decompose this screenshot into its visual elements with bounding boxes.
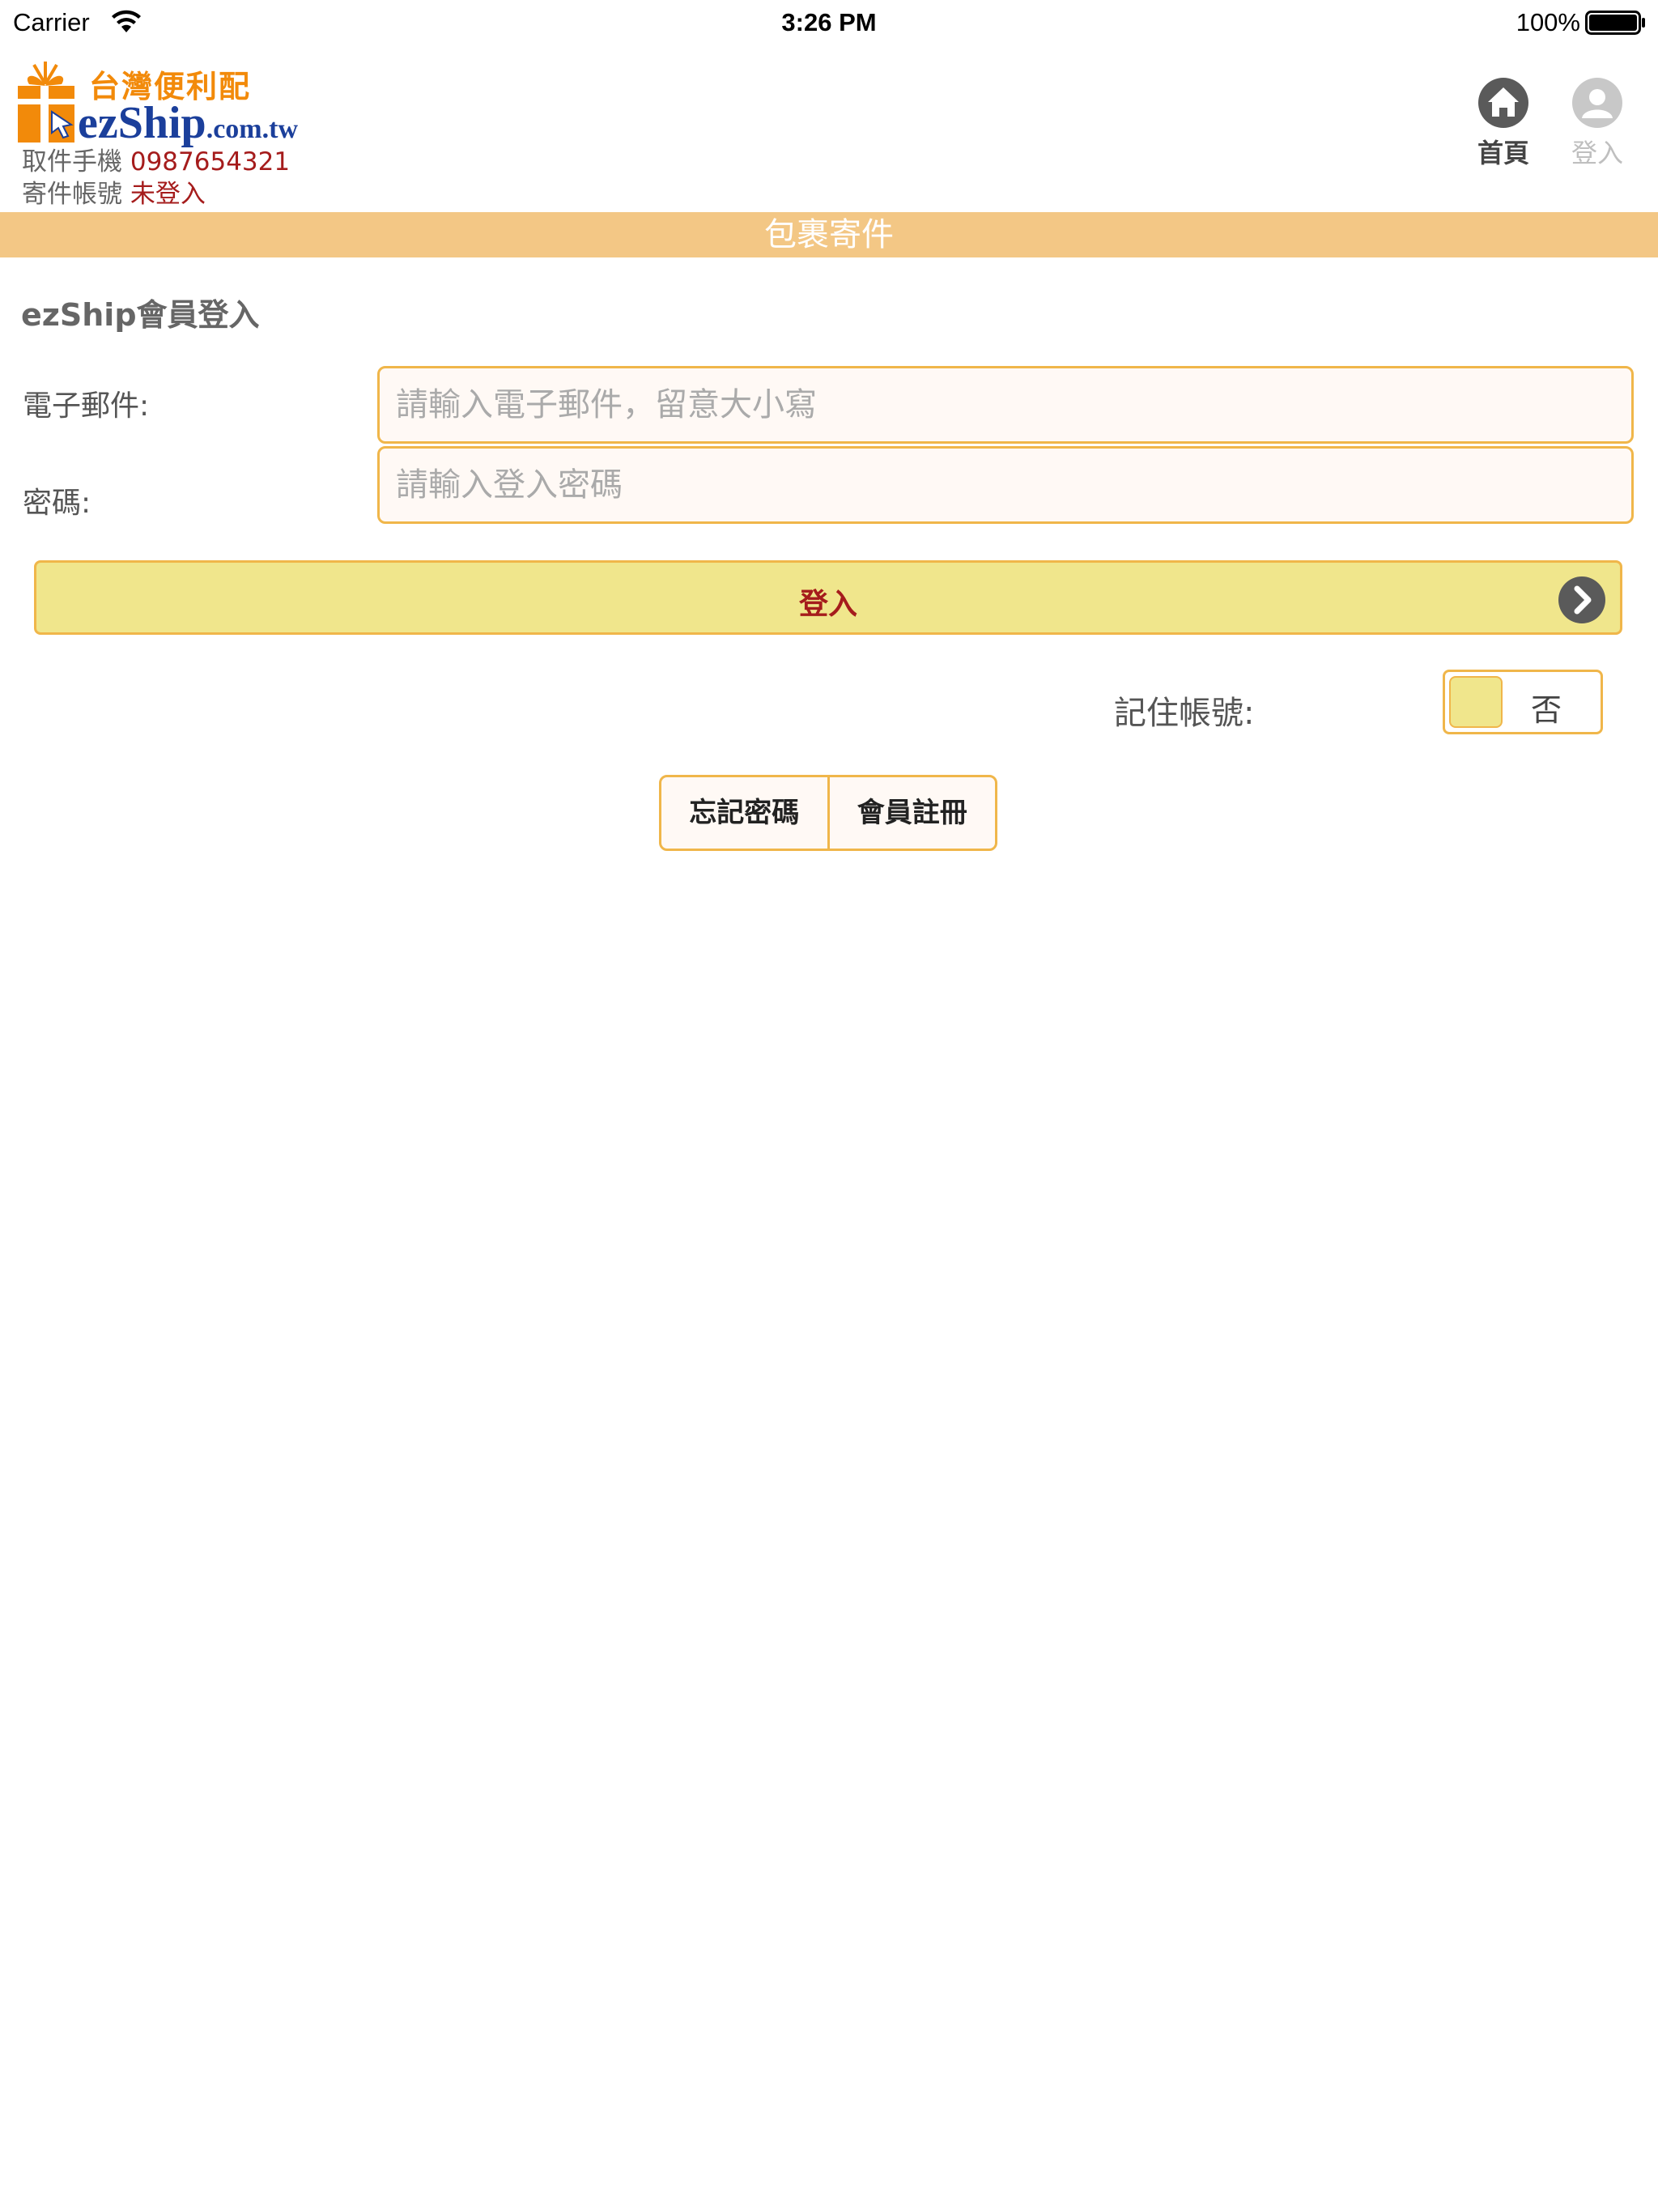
user-icon <box>1572 78 1622 128</box>
register-button[interactable]: 會員註冊 <box>827 777 996 849</box>
email-label: 電子郵件: <box>23 389 150 423</box>
pickup-phone-label: 取件手機 <box>22 147 122 177</box>
logo-domain: .com.tw <box>206 114 298 144</box>
section-banner: 包裹寄件 <box>0 212 1658 257</box>
pickup-phone-row: 取件手機 0987654321 <box>22 146 290 178</box>
logo-brand: ezShip <box>78 98 206 148</box>
password-input[interactable] <box>377 446 1634 524</box>
password-label: 密碼: <box>23 487 91 520</box>
toggle-value: 否 <box>1531 692 1562 728</box>
app-header: 台灣便利配 ezShip.com.tw 取件手機 0987654321 寄件帳號… <box>0 45 1658 212</box>
sender-account-label: 寄件帳號 <box>22 180 122 209</box>
login-button[interactable]: 登入 <box>34 560 1622 635</box>
sender-account-row: 寄件帳號 未登入 <box>22 178 290 211</box>
account-links: 忘記密碼 會員註冊 <box>659 775 997 851</box>
clock: 3:26 PM <box>781 8 877 36</box>
remember-account-toggle[interactable]: 否 <box>1443 670 1603 734</box>
battery-icon <box>1585 11 1645 35</box>
toggle-knob <box>1449 676 1503 728</box>
battery-percent: 100% <box>1516 8 1580 36</box>
gift-box-icon <box>18 62 74 143</box>
sender-account-value: 未登入 <box>130 180 206 209</box>
nav-login-button[interactable]: 登入 <box>1553 78 1642 183</box>
user-info: 取件手機 0987654321 寄件帳號 未登入 <box>22 146 290 211</box>
remember-account-label: 記住帳號: <box>1114 695 1255 732</box>
email-input[interactable] <box>377 366 1634 444</box>
status-bar: Carrier 3:26 PM 100% <box>0 0 1658 45</box>
chevron-right-icon <box>1558 576 1605 623</box>
nav-home-button[interactable]: 首頁 <box>1459 78 1548 183</box>
login-button-label: 登入 <box>798 588 857 621</box>
nav-login-label: 登入 <box>1571 138 1623 168</box>
logo-english-text: ezShip.com.tw <box>78 97 298 149</box>
home-icon <box>1478 78 1528 128</box>
forgot-password-button[interactable]: 忘記密碼 <box>661 777 827 849</box>
login-section-title: ezShip會員登入 <box>21 297 260 333</box>
nav-home-label: 首頁 <box>1477 138 1529 168</box>
ezship-logo: 台灣便利配 ezShip.com.tw <box>11 57 319 149</box>
pickup-phone-value: 0987654321 <box>130 147 291 177</box>
